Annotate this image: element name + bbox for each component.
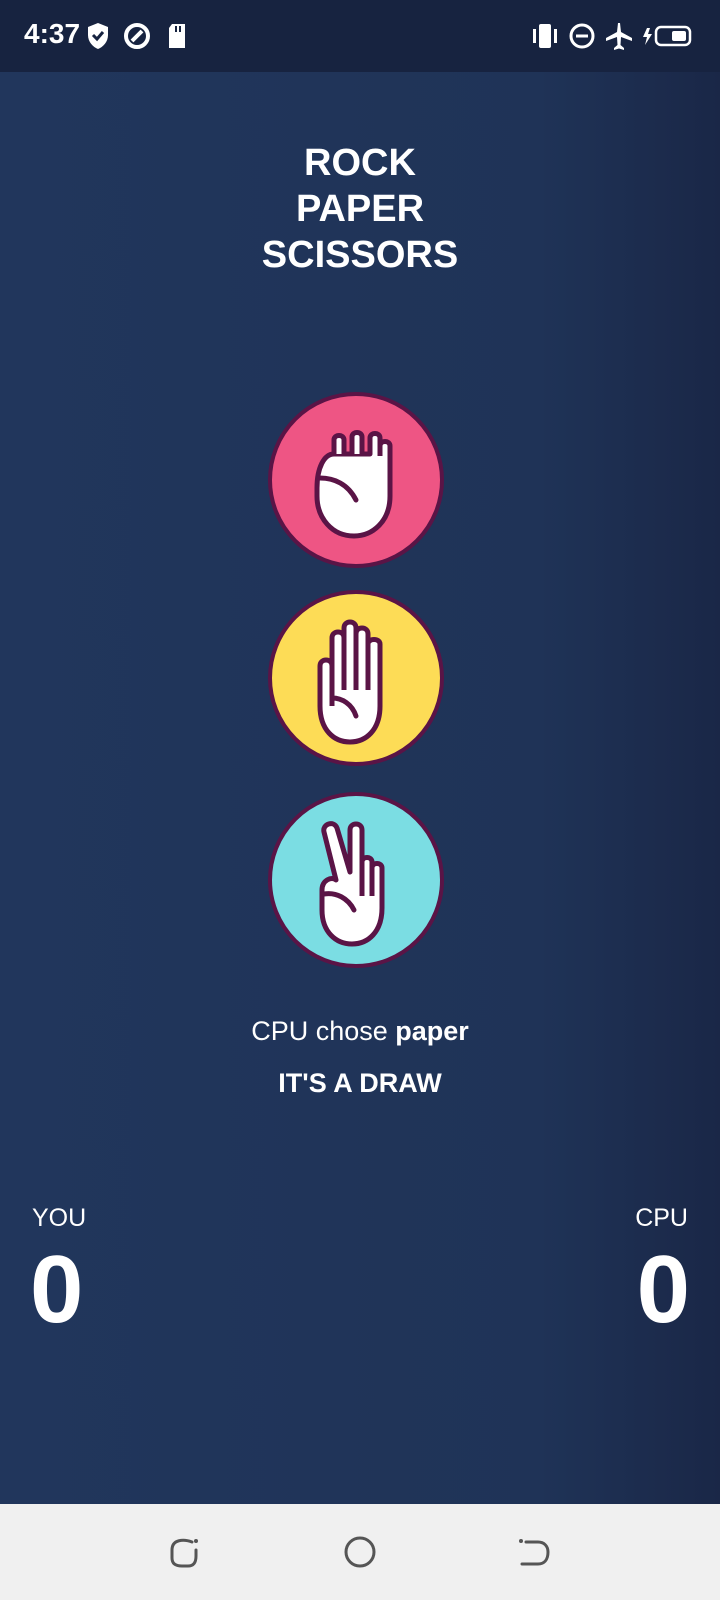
rock-button[interactable] xyxy=(268,392,444,568)
navigation-bar xyxy=(0,1504,720,1600)
game-screen xyxy=(0,72,720,1504)
data-saver-icon xyxy=(124,23,150,49)
vibrate-icon xyxy=(533,24,557,48)
back-icon[interactable] xyxy=(516,1534,552,1570)
open-hand-icon xyxy=(317,619,383,745)
scissors-button[interactable] xyxy=(268,792,444,968)
peace-hand-icon xyxy=(319,821,385,947)
title-line-paper: PAPER xyxy=(295,188,425,230)
sd-card-icon xyxy=(169,24,185,48)
paper-button[interactable] xyxy=(268,590,444,766)
recents-icon[interactable] xyxy=(166,1534,202,1570)
battery-charging-icon xyxy=(643,25,692,47)
cpu-score-value: 0 xyxy=(636,1236,690,1343)
cpu-score-label: CPU xyxy=(635,1204,688,1232)
fist-icon xyxy=(314,430,393,539)
you-score-label: YOU xyxy=(32,1204,87,1232)
you-score-value: 0 xyxy=(30,1236,84,1343)
do-not-disturb-icon xyxy=(569,23,595,49)
home-icon[interactable] xyxy=(342,1534,378,1570)
title-line-rock: ROCK xyxy=(304,142,416,184)
status-bar: 4:37 xyxy=(0,0,720,72)
game-title: ROCK PAPER SCISSORS xyxy=(0,140,720,278)
airplane-mode-icon xyxy=(606,23,632,50)
shield-check-icon xyxy=(88,23,108,49)
cpu-choice-text: CPU chose paper xyxy=(0,1016,720,1047)
title-line-scissors: SCISSORS xyxy=(261,234,459,276)
cpu-choice-value: paper xyxy=(395,1016,469,1046)
outcome-text: IT'S A DRAW xyxy=(278,1068,442,1098)
status-time: 4:37 xyxy=(24,18,81,49)
cpu-choice-prefix: CPU chose xyxy=(251,1016,396,1046)
